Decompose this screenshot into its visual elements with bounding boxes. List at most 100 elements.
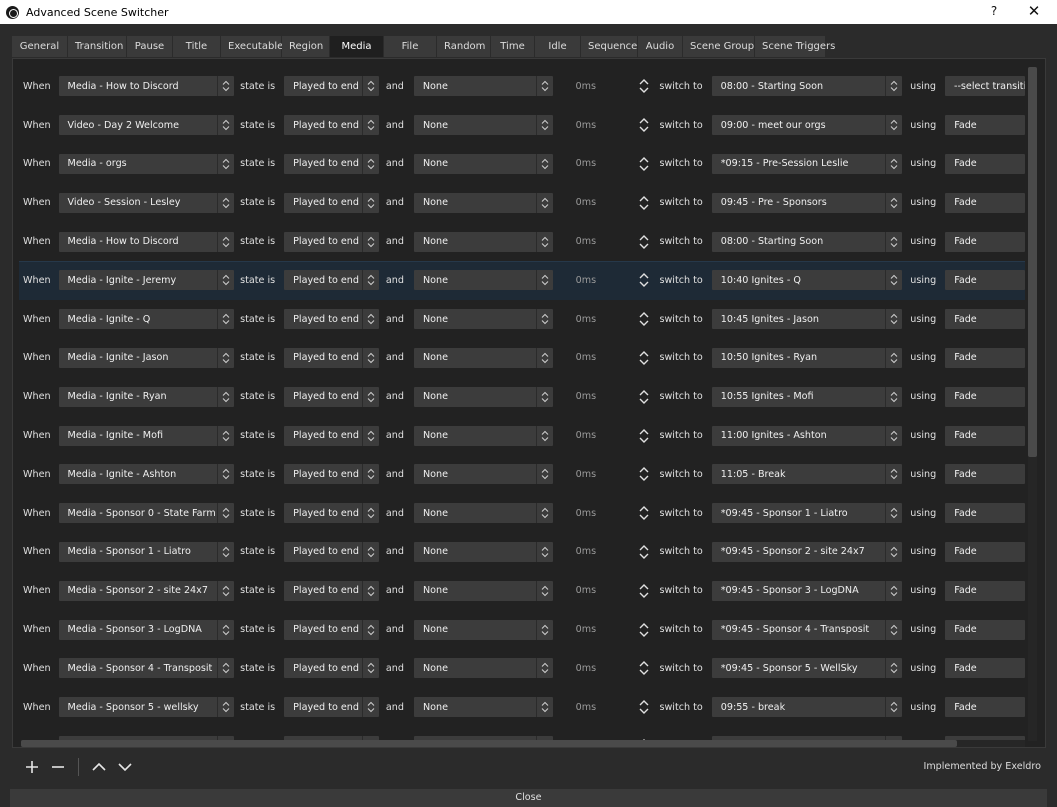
media-state-select[interactable]: Played to end	[284, 503, 379, 524]
media-source-select[interactable]: Media - orgs	[58, 153, 235, 174]
tab-scene-group[interactable]: Scene Group	[683, 36, 755, 57]
tab-audio[interactable]: Audio	[638, 36, 683, 57]
media-state-select[interactable]: Played to end	[284, 619, 379, 640]
duration-spinner[interactable]	[637, 232, 651, 252]
horizontal-scrollbar[interactable]	[21, 740, 1025, 747]
media-state-select[interactable]: Played to end	[284, 309, 379, 330]
media-state-select[interactable]: Played to end	[284, 270, 379, 291]
media-rule-row[interactable]: When Media - Ignite - Jason state is Pla…	[19, 339, 1025, 378]
target-scene-select[interactable]: *09:45 - Sponsor 5 - WellSky	[711, 658, 903, 679]
time-restriction-select[interactable]: None	[413, 503, 553, 524]
media-source-select[interactable]: Media - Ignite - Ashton	[58, 464, 235, 485]
media-source-select[interactable]: Media - Ignite - Jason	[58, 347, 235, 368]
media-rule-row[interactable]: When Media - Sponsor 4 - Transposit stat…	[19, 649, 1025, 688]
tab-scene-triggers[interactable]: Scene Triggers	[755, 36, 835, 57]
media-state-select[interactable]: Played to end	[284, 541, 379, 562]
duration-spinner[interactable]	[637, 581, 651, 601]
media-source-select[interactable]: Media - Ignite - Jeremy	[58, 270, 235, 291]
media-state-select[interactable]: Played to end	[284, 153, 379, 174]
media-source-select[interactable]: Video - Session - Lesley	[58, 192, 235, 213]
time-restriction-select[interactable]: None	[413, 115, 553, 136]
tab-general[interactable]: General	[12, 36, 68, 57]
media-source-select[interactable]: Media - Sponsor 3 - LogDNA	[58, 619, 235, 640]
media-rule-row[interactable]: When Media - Ignite - Ashton state is Pl…	[19, 455, 1025, 494]
move-up-button[interactable]	[89, 757, 109, 777]
duration-spinner[interactable]	[637, 348, 651, 368]
media-source-select[interactable]: Media - How to Discord	[58, 231, 235, 252]
help-button[interactable]: ?	[986, 4, 1002, 18]
duration-spinner[interactable]	[637, 270, 651, 290]
media-source-select[interactable]: Media - Ignite - Mofi	[58, 425, 235, 446]
media-source-select[interactable]: Media - How to Discord	[58, 76, 235, 97]
duration-spinner[interactable]	[637, 76, 651, 96]
add-rule-button[interactable]	[22, 757, 42, 777]
media-rule-row[interactable]: When Media - Sponsor 3 - LogDNA state is…	[19, 610, 1025, 649]
remove-rule-button[interactable]	[48, 757, 68, 777]
transition-select[interactable]: Fade	[945, 425, 1025, 446]
target-scene-select[interactable]: *09:45 - Sponsor 3 - LogDNA	[711, 580, 903, 601]
transition-select[interactable]: Fade	[945, 658, 1025, 679]
media-rule-row[interactable]: When Media - orgs state is Played to end…	[19, 145, 1025, 184]
transition-select[interactable]: Fade	[945, 192, 1025, 213]
media-state-select[interactable]: Played to end	[284, 425, 379, 446]
horizontal-scroll-thumb[interactable]	[21, 740, 957, 747]
media-source-select[interactable]: Media - Sponsor 0 - State Farm	[58, 503, 235, 524]
transition-select[interactable]: Fade	[945, 580, 1025, 601]
duration-spinner[interactable]	[637, 387, 651, 407]
media-rule-row[interactable]: When Video - Session - Lesley state is P…	[19, 183, 1025, 222]
media-state-select[interactable]: Played to end	[284, 192, 379, 213]
move-down-button[interactable]	[115, 757, 135, 777]
time-restriction-select[interactable]: None	[413, 270, 553, 291]
media-state-select[interactable]: Played to end	[284, 658, 379, 679]
media-rule-row[interactable]: When Media - Sponsor 0 - State Farm stat…	[19, 494, 1025, 533]
time-restriction-select[interactable]: None	[413, 541, 553, 562]
time-restriction-select[interactable]: None	[413, 76, 553, 97]
media-state-select[interactable]: Played to end	[284, 697, 379, 718]
target-scene-select[interactable]: 11:05 - Break	[711, 464, 903, 485]
target-scene-select[interactable]: 10:45 Ignites - Jason	[711, 309, 903, 330]
duration-spinner[interactable]	[637, 115, 651, 135]
target-scene-select[interactable]: *09:15 - Pre-Session Leslie	[711, 153, 903, 174]
target-scene-select[interactable]: 10:40 Ignites - Q	[711, 270, 903, 291]
transition-select[interactable]: Fade	[945, 386, 1025, 407]
transition-select[interactable]: Fade	[945, 697, 1025, 718]
media-rule-row[interactable]: When Media - Sponsor 2 - site 24x7 state…	[19, 571, 1025, 610]
target-scene-select[interactable]: 09:55 - break	[711, 697, 903, 718]
vertical-scrollbar[interactable]	[1028, 67, 1037, 741]
time-restriction-select[interactable]: None	[413, 580, 553, 601]
target-scene-select[interactable]: 10:50 Ignites - Ryan	[711, 347, 903, 368]
media-source-select[interactable]: Media - Sponsor 1 - Liatro	[58, 541, 235, 562]
media-state-select[interactable]: Played to end	[284, 347, 379, 368]
duration-spinner[interactable]	[637, 697, 651, 717]
tab-file[interactable]: File	[384, 36, 437, 57]
vertical-scroll-thumb[interactable]	[1028, 67, 1037, 457]
tab-random[interactable]: Random	[437, 36, 491, 57]
target-scene-select[interactable]: 11:00 Ignites - Ashton	[711, 425, 903, 446]
time-restriction-select[interactable]: None	[413, 347, 553, 368]
duration-spinner[interactable]	[637, 464, 651, 484]
transition-select[interactable]: Fade	[945, 115, 1025, 136]
tab-transition[interactable]: Transition	[68, 36, 127, 57]
time-restriction-select[interactable]: None	[413, 192, 553, 213]
target-scene-select[interactable]: 10:55 Ignites - Mofi	[711, 386, 903, 407]
transition-select[interactable]: Fade	[945, 503, 1025, 524]
target-scene-select[interactable]: 08:00 - Starting Soon	[711, 76, 903, 97]
transition-select[interactable]: Fade	[945, 231, 1025, 252]
time-restriction-select[interactable]: None	[413, 386, 553, 407]
time-restriction-select[interactable]: None	[413, 619, 553, 640]
media-source-select[interactable]: Media - Ignite - Ryan	[58, 386, 235, 407]
duration-spinner[interactable]	[637, 503, 651, 523]
target-scene-select[interactable]: 08:00 - Starting Soon	[711, 231, 903, 252]
time-restriction-select[interactable]: None	[413, 231, 553, 252]
window-close-button[interactable]: ✕	[1025, 2, 1043, 20]
duration-spinner[interactable]	[637, 309, 651, 329]
duration-spinner[interactable]	[637, 542, 651, 562]
time-restriction-select[interactable]: None	[413, 464, 553, 485]
tab-region[interactable]: Region	[282, 36, 330, 57]
target-scene-select[interactable]: 09:00 - meet our orgs	[711, 115, 903, 136]
media-source-select[interactable]: Media - Sponsor 4 - Transposit	[58, 658, 235, 679]
time-restriction-select[interactable]: None	[413, 425, 553, 446]
tab-time[interactable]: Time	[491, 36, 535, 57]
tab-sequence[interactable]: Sequence	[581, 36, 638, 57]
duration-spinner[interactable]	[637, 658, 651, 678]
